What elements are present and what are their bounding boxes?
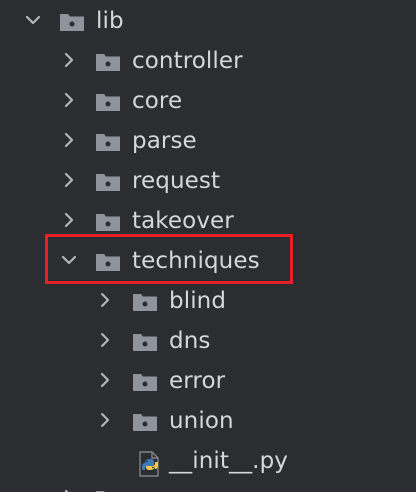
chevron-right-icon[interactable] [60,171,78,189]
tree-item-label: error [169,368,226,394]
tree-item-techniques[interactable]: techniques [0,242,416,280]
chevron-right-icon[interactable] [60,51,78,69]
chevron-right-icon[interactable] [96,371,114,389]
tree-item-init-py[interactable]: __init__.py [0,442,416,480]
tree-item-blind[interactable]: blind [0,282,416,320]
tree-item-lib[interactable]: lib [0,2,416,40]
tree-item-label: __init__.py [169,448,288,474]
folder-icon [96,214,120,231]
folder-icon [96,94,120,111]
tree-item-label: lib [96,8,124,34]
chevron-right-icon[interactable] [60,131,78,149]
chevron-down-icon[interactable] [24,11,42,29]
project-file-tree: lib controller core parse request takeov… [0,0,416,492]
folder-icon [96,54,120,71]
tree-item-request[interactable]: request [0,162,416,200]
folder-icon [60,14,84,31]
tree-item-takeover[interactable]: takeover [0,202,416,240]
tree-item-label: parse [132,128,197,154]
chevron-right-icon[interactable] [60,91,78,109]
tree-item-label: blind [169,288,227,314]
tree-item-label: techniques [132,248,260,274]
tree-item-label: dns [169,328,211,354]
tree-item-core[interactable]: core [0,82,416,120]
chevron-right-icon[interactable] [96,331,114,349]
tree-item-label: union [169,408,234,434]
tree-item-dns[interactable]: dns [0,322,416,360]
folder-icon [133,334,157,351]
folder-icon [96,174,120,191]
tree-item-controller[interactable]: controller [0,42,416,80]
folder-icon [133,414,157,431]
chevron-down-icon[interactable] [60,251,78,269]
tree-item-partial[interactable] [0,482,416,492]
folder-icon [96,491,105,492]
folder-icon [133,294,157,311]
tree-item-error[interactable]: error [0,362,416,400]
chevron-right-icon[interactable] [96,411,114,429]
chevron-right-icon[interactable] [60,488,78,492]
folder-icon [133,374,157,391]
folder-icon [96,254,120,271]
chevron-right-icon[interactable] [96,291,114,309]
tree-item-label: request [132,168,221,194]
tree-item-label: takeover [132,208,234,234]
tree-item-label: controller [132,48,243,74]
chevron-right-icon[interactable] [60,211,78,229]
tree-item-union[interactable]: union [0,402,416,440]
tree-item-label: core [132,88,183,114]
tree-item-parse[interactable]: parse [0,122,416,160]
python-file-icon [139,451,159,477]
folder-icon [96,134,120,151]
